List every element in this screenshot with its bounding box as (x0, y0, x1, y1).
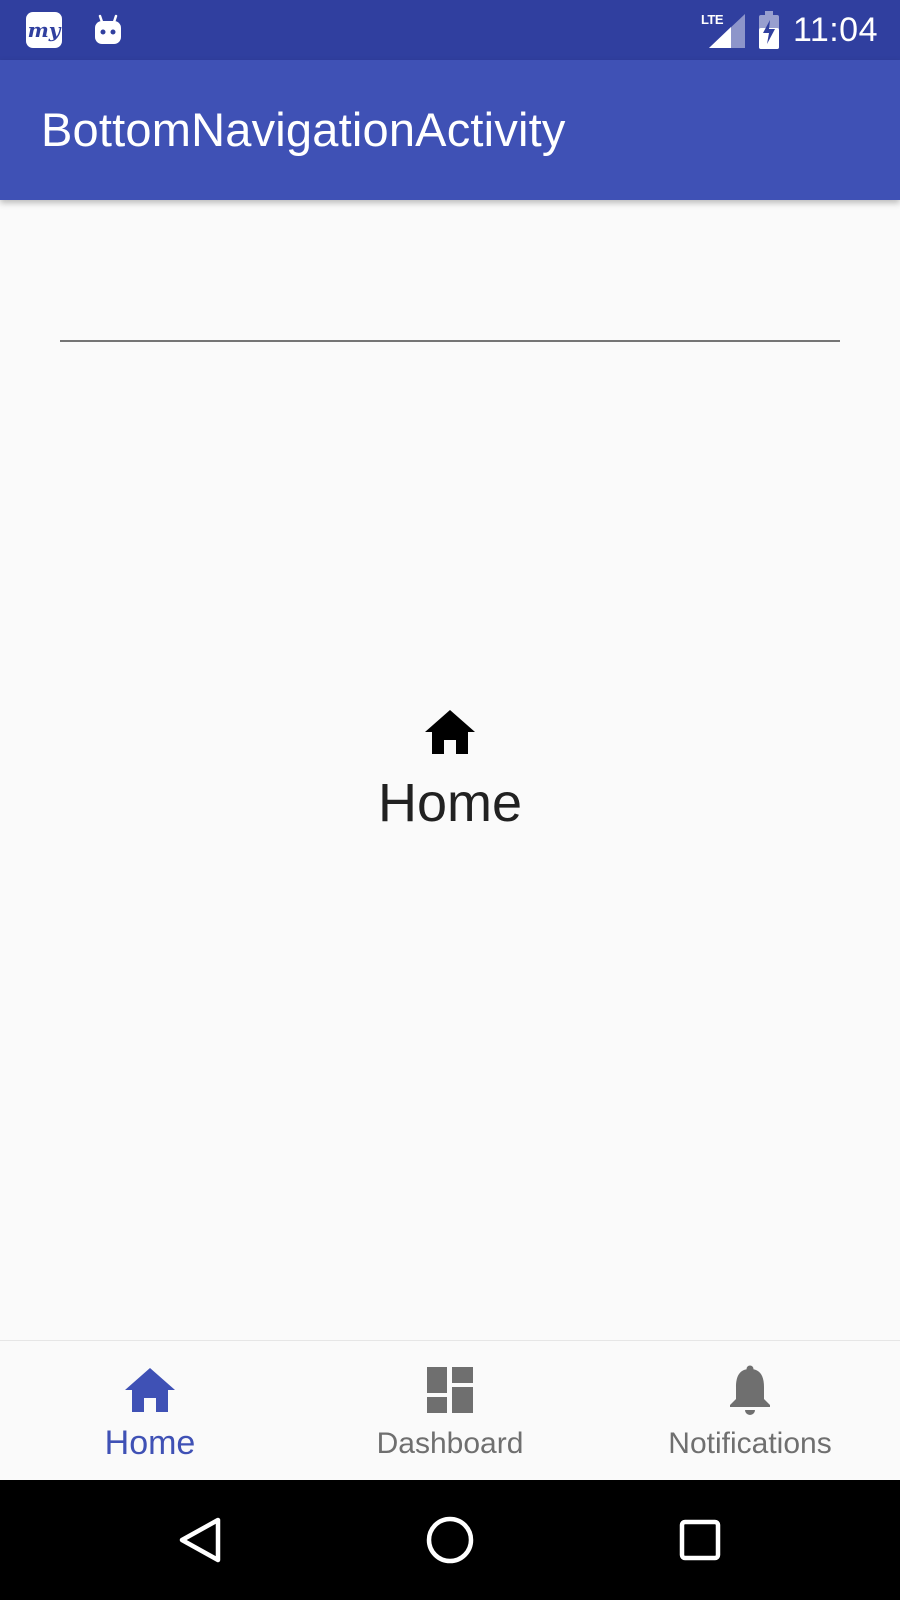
nav-item-home[interactable]: Home (0, 1341, 300, 1481)
back-icon[interactable] (170, 1510, 230, 1570)
home-icon (425, 710, 475, 754)
content-label: Home (377, 773, 523, 833)
main-content: Home (0, 200, 900, 1340)
lte-signal-icon: LTE (701, 10, 745, 50)
divider (60, 340, 840, 342)
page-title: BottomNavigationActivity (41, 103, 566, 156)
status-bar-notifications: my (26, 12, 126, 48)
my-app-icon-text: my (27, 18, 61, 42)
app-bar: BottomNavigationActivity (0, 60, 900, 200)
system-navigation-bar (0, 1480, 900, 1600)
nav-item-label: Dashboard (376, 1427, 524, 1460)
home-icon (125, 1365, 175, 1415)
nav-item-dashboard[interactable]: Dashboard (300, 1341, 600, 1481)
dashboard-icon (425, 1365, 475, 1415)
bell-icon (725, 1365, 775, 1415)
android-robot-icon (90, 12, 126, 48)
nav-item-notifications[interactable]: Notifications (600, 1341, 900, 1481)
home-circle-icon[interactable] (420, 1510, 480, 1570)
my-app-icon: my (26, 12, 62, 48)
nav-item-label: Notifications (668, 1427, 832, 1460)
bottom-navigation: Home Dashboard Notifications (0, 1340, 900, 1480)
recents-icon[interactable] (670, 1510, 730, 1570)
battery-charging-icon (758, 11, 779, 49)
status-bar: my LTE 11:04 (0, 0, 900, 60)
status-time: 11:04 (792, 10, 878, 49)
nav-item-label: Home (104, 1424, 196, 1462)
status-bar-system-icons: LTE 11:04 (701, 8, 878, 52)
